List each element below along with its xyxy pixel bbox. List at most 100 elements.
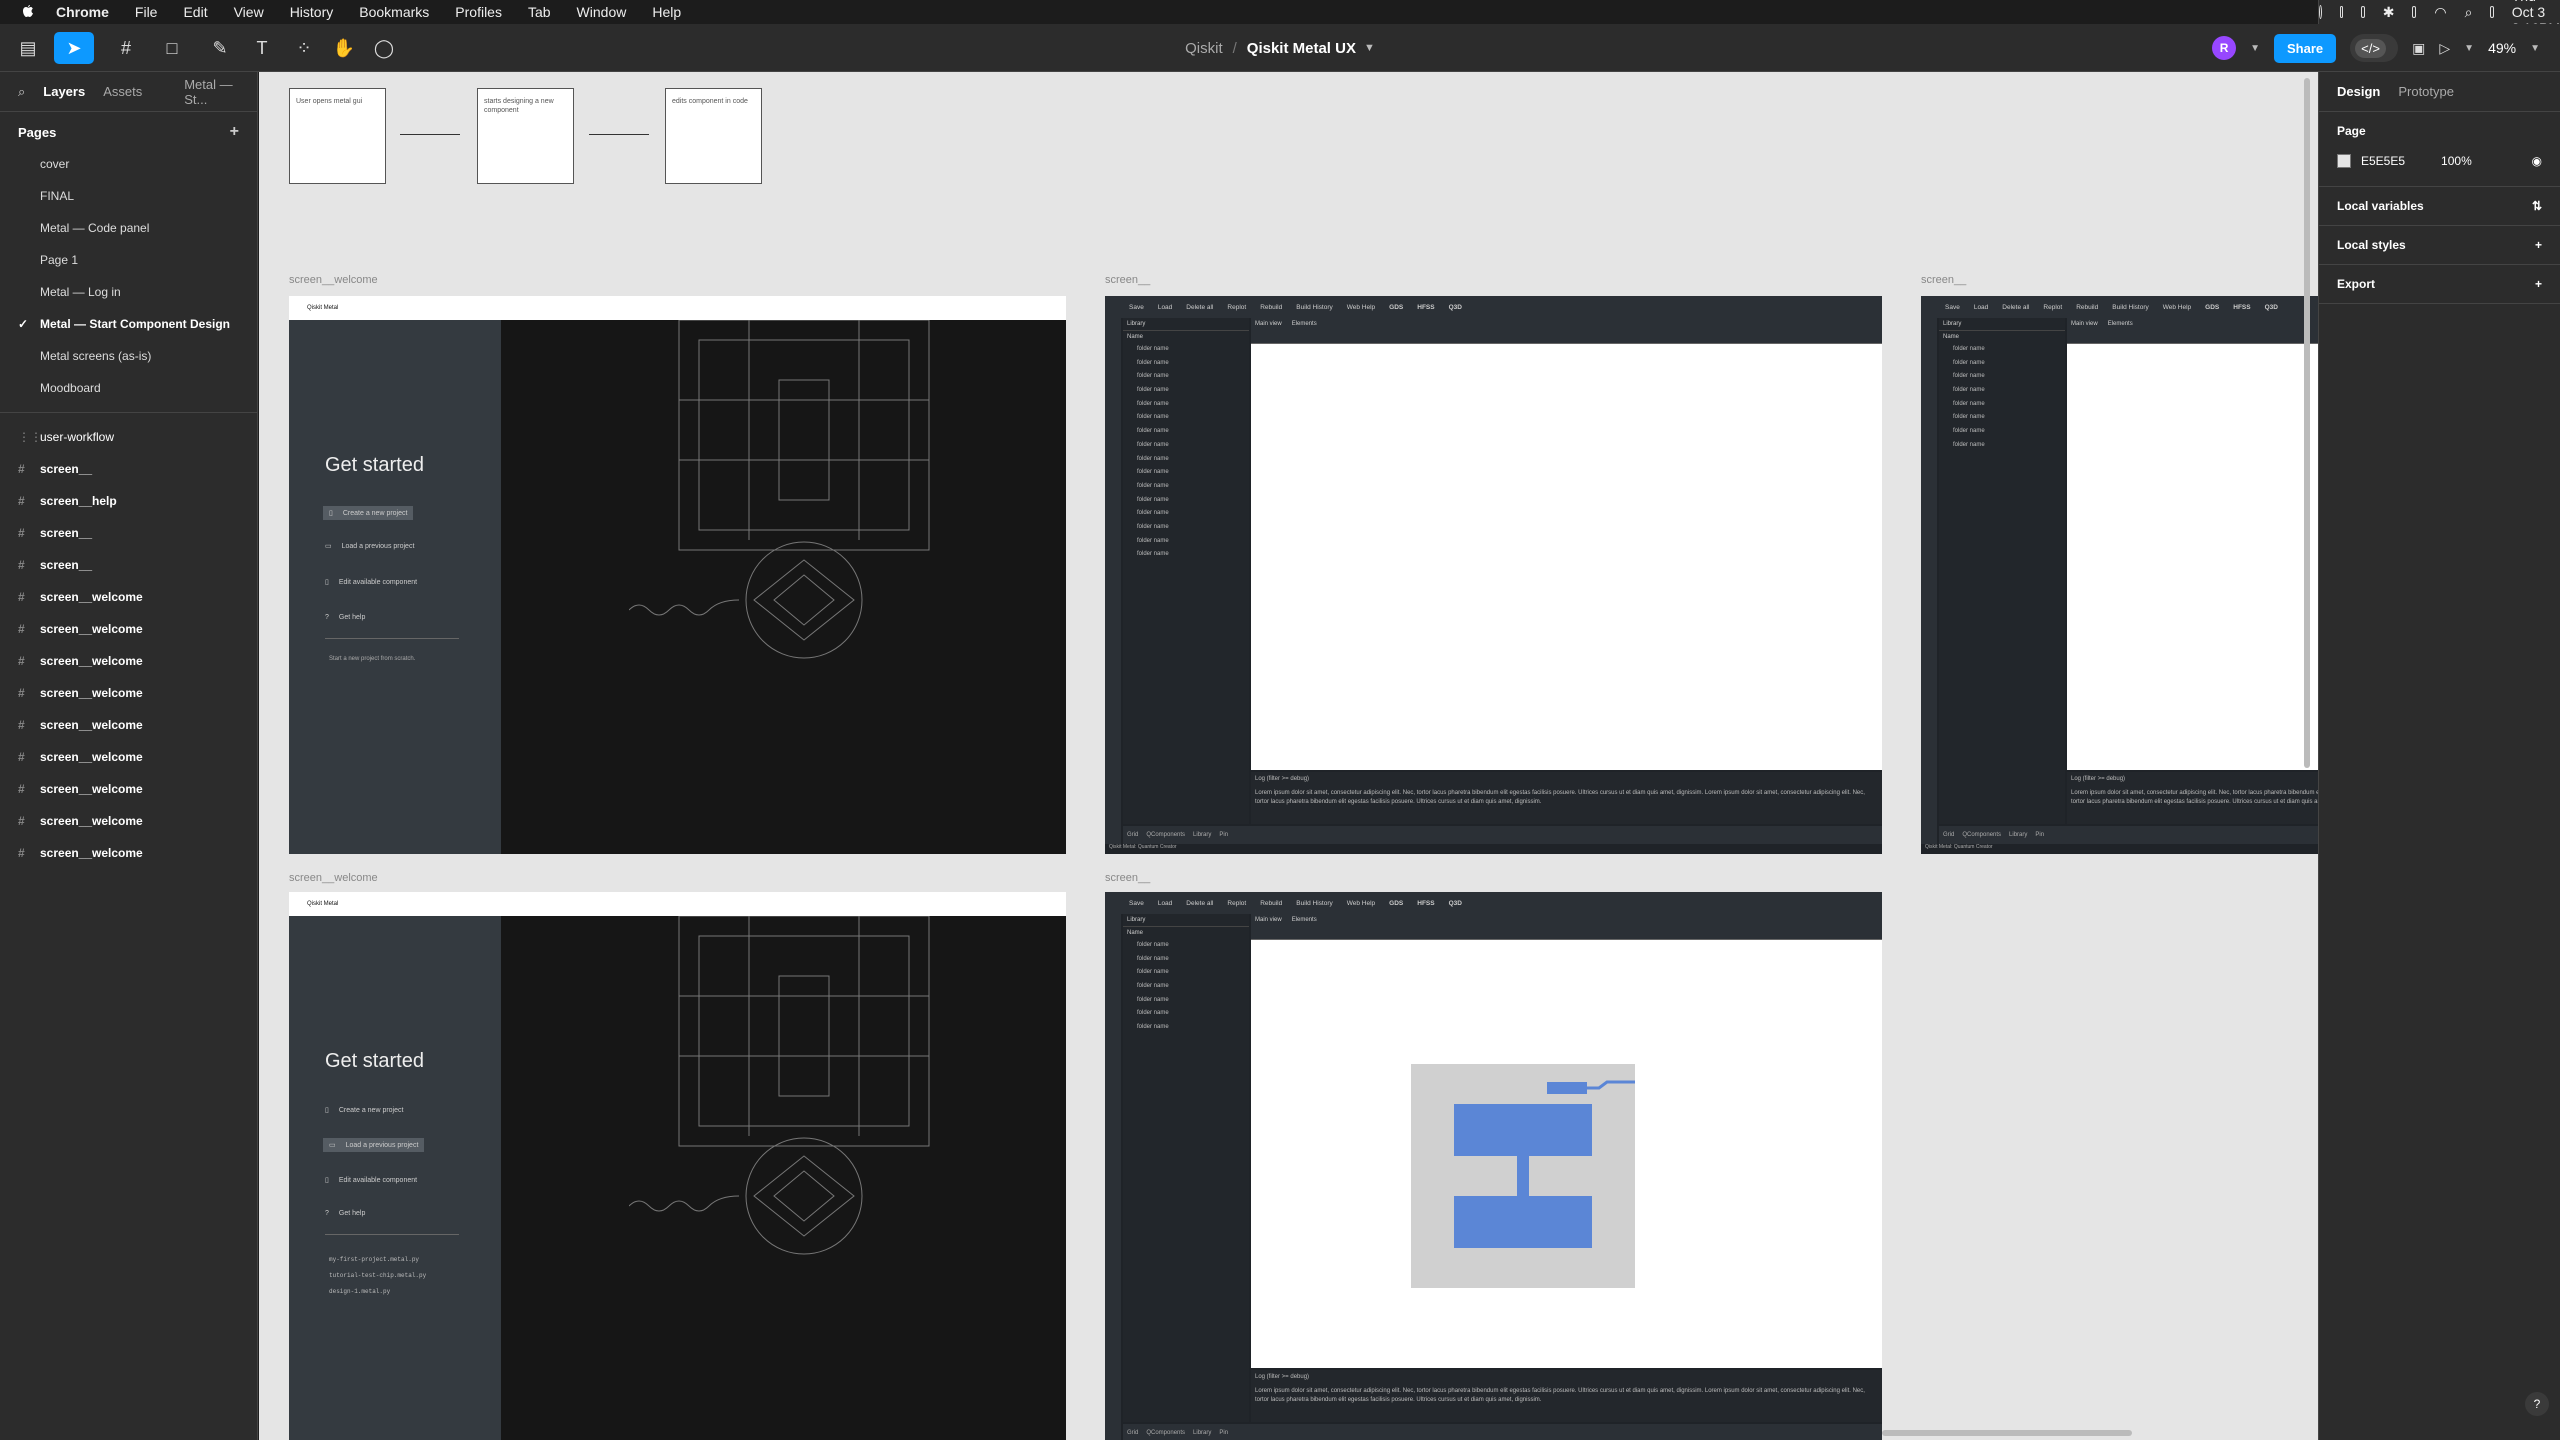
layer-item[interactable]: # screen__welcome <box>0 805 257 837</box>
metal-toolbar-button[interactable]: Delete all <box>2002 304 2029 311</box>
horizontal-scrollbar[interactable] <box>1882 1430 2132 1436</box>
load-project-option[interactable]: ▭ Load a previous project <box>325 542 414 551</box>
page-item[interactable]: Moodboard <box>0 372 257 404</box>
bluetooth-icon[interactable]: ✱ <box>2383 4 2395 21</box>
tab-grid[interactable]: Grid <box>1943 832 1954 838</box>
local-variables-label[interactable]: Local variables <box>2337 199 2424 213</box>
metal-toolbar-button[interactable]: Save <box>1945 304 1960 311</box>
folder-item[interactable]: folder name <box>1939 370 2065 384</box>
metal-toolbar-button[interactable]: Build History <box>1296 900 1332 907</box>
layer-item[interactable]: # screen__ <box>0 549 257 581</box>
metal-toolbar-button[interactable]: HFSS <box>1417 304 1434 311</box>
folder-item[interactable]: folder name <box>1123 535 1249 549</box>
metal-toolbar-button[interactable]: Rebuild <box>1260 304 1282 311</box>
folder-item[interactable]: folder name <box>1939 439 2065 453</box>
menu-profiles[interactable]: Profiles <box>455 4 502 20</box>
load-project-option[interactable]: ▭ Load a previous project <box>323 1138 425 1152</box>
page-item[interactable]: Metal screens (as-is) <box>0 340 257 372</box>
folder-item[interactable]: folder name <box>1939 425 2065 439</box>
chevron-down-icon[interactable]: ▼ <box>2464 43 2474 54</box>
metal-toolbar-button[interactable]: Load <box>1158 304 1172 311</box>
folder-item[interactable]: folder name <box>1123 466 1249 480</box>
folder-item[interactable]: folder name <box>1123 953 1249 967</box>
add-style-icon[interactable]: + <box>2535 238 2542 252</box>
edit-component-option[interactable]: ▯ Edit available component <box>325 578 417 587</box>
page-opacity-value[interactable]: 100% <box>2441 154 2472 168</box>
chevron-down-icon[interactable]: ▼ <box>2250 43 2260 54</box>
folder-item[interactable]: folder name <box>1123 439 1249 453</box>
tab-layers[interactable]: Layers <box>43 84 85 99</box>
welcome-frame[interactable]: Qiskit Metal Get started ▯ Create a new p… <box>289 296 1066 854</box>
workflow-box[interactable]: edits component in code <box>665 88 762 184</box>
frame-label[interactable]: screen__welcome <box>289 274 378 286</box>
breadcrumb-file[interactable]: Qiskit Metal UX <box>1247 40 1356 57</box>
folder-item[interactable]: folder name <box>1939 411 2065 425</box>
folder-item[interactable]: folder name <box>1123 357 1249 371</box>
folder-item[interactable]: folder name <box>1123 1007 1249 1021</box>
metal-toolbar-button[interactable]: Replot <box>1227 304 1246 311</box>
folder-item[interactable]: folder name <box>1123 1021 1249 1035</box>
metal-toolbar-button[interactable]: Load <box>1158 900 1172 907</box>
page-item[interactable]: ✓ Metal — Start Component Design <box>0 308 257 340</box>
page-picker[interactable]: Metal — St... <box>184 77 257 107</box>
menu-bookmarks[interactable]: Bookmarks <box>359 4 429 20</box>
recent-file[interactable]: design-1.metal.py <box>329 1288 390 1295</box>
main-view[interactable]: Main view Elements <box>1251 914 1882 1368</box>
frame-label[interactable]: screen__ <box>1105 274 1150 286</box>
tab-qcomponents[interactable]: QComponents <box>1146 832 1185 838</box>
layer-item[interactable]: # screen__ <box>0 517 257 549</box>
help-button[interactable]: ? <box>2525 1392 2549 1416</box>
menu-edit[interactable]: Edit <box>183 4 207 20</box>
metal-gui-frame[interactable]: Save Load Delete all Replot Rebuild Build His… <box>1105 892 1882 1440</box>
metal-toolbar-button[interactable]: Build History <box>2112 304 2148 311</box>
menu-file[interactable]: File <box>135 4 158 20</box>
page-color-value[interactable]: E5E5E5 <box>2361 154 2405 168</box>
folder-item[interactable]: folder name <box>1123 980 1249 994</box>
metal-toolbar-button[interactable]: Build History <box>1296 304 1332 311</box>
folder-item[interactable]: folder name <box>1123 521 1249 535</box>
layer-item[interactable]: # screen__welcome <box>0 837 257 869</box>
library-icon[interactable]: ▣ <box>2412 40 2425 57</box>
layer-item[interactable]: # screen__welcome <box>0 677 257 709</box>
breadcrumb-project[interactable]: Qiskit <box>1185 40 1223 57</box>
metal-toolbar-button[interactable]: Q3D <box>1449 304 1462 311</box>
tab-main-view[interactable]: Main view <box>1255 917 1282 923</box>
folder-item[interactable]: folder name <box>1123 548 1249 562</box>
control-center-icon[interactable] <box>2490 6 2494 18</box>
metal-toolbar-button[interactable]: Delete all <box>1186 304 1213 311</box>
folder-item[interactable]: folder name <box>1123 370 1249 384</box>
folder-item[interactable]: folder name <box>1123 507 1249 521</box>
metal-toolbar-button[interactable]: Rebuild <box>2076 304 2098 311</box>
wifi-icon[interactable]: ◠ <box>2434 4 2446 21</box>
tab-main-view[interactable]: Main view <box>2071 321 2098 327</box>
apple-icon[interactable] <box>20 4 36 20</box>
sliders-icon[interactable]: ⇅ <box>2532 199 2542 213</box>
zoom-level[interactable]: 49% <box>2488 40 2516 56</box>
main-view[interactable]: Main view Elements <box>1251 318 1882 770</box>
tab-library[interactable]: Library <box>1193 1430 1211 1436</box>
frame-label[interactable]: screen__welcome <box>289 872 378 884</box>
page-item[interactable]: FINAL <box>0 180 257 212</box>
folder-item[interactable]: folder name <box>1123 494 1249 508</box>
transmon-component-render[interactable] <box>1411 1064 1651 1294</box>
add-export-icon[interactable]: + <box>2535 277 2542 291</box>
page-item[interactable]: Metal — Log in <box>0 276 257 308</box>
metal-toolbar-button[interactable]: HFSS <box>2233 304 2250 311</box>
page-item[interactable]: Metal — Code panel <box>0 212 257 244</box>
canvas[interactable]: User opens metal gui starts designing a … <box>259 72 2318 1440</box>
folder-item[interactable]: folder name <box>1123 939 1249 953</box>
menu-window[interactable]: Window <box>577 4 627 20</box>
battery-icon[interactable] <box>2412 6 2417 18</box>
metal-toolbar-button[interactable]: Replot <box>2043 304 2062 311</box>
metal-toolbar-button[interactable]: Rebuild <box>1260 900 1282 907</box>
welcome-frame[interactable]: Qiskit Metal Get started ▯ Create a new p… <box>289 892 1066 1440</box>
folder-item[interactable]: folder name <box>1123 384 1249 398</box>
folder-item[interactable]: folder name <box>1123 480 1249 494</box>
folder-item[interactable]: folder name <box>1123 453 1249 467</box>
tab-prototype[interactable]: Prototype <box>2398 84 2454 99</box>
workflow-box[interactable]: starts designing a new component <box>477 88 574 184</box>
page-item[interactable]: cover <box>0 148 257 180</box>
metal-toolbar-button[interactable]: HFSS <box>1417 900 1434 907</box>
folder-item[interactable]: folder name <box>1939 398 2065 412</box>
layer-item[interactable]: # screen__welcome <box>0 709 257 741</box>
